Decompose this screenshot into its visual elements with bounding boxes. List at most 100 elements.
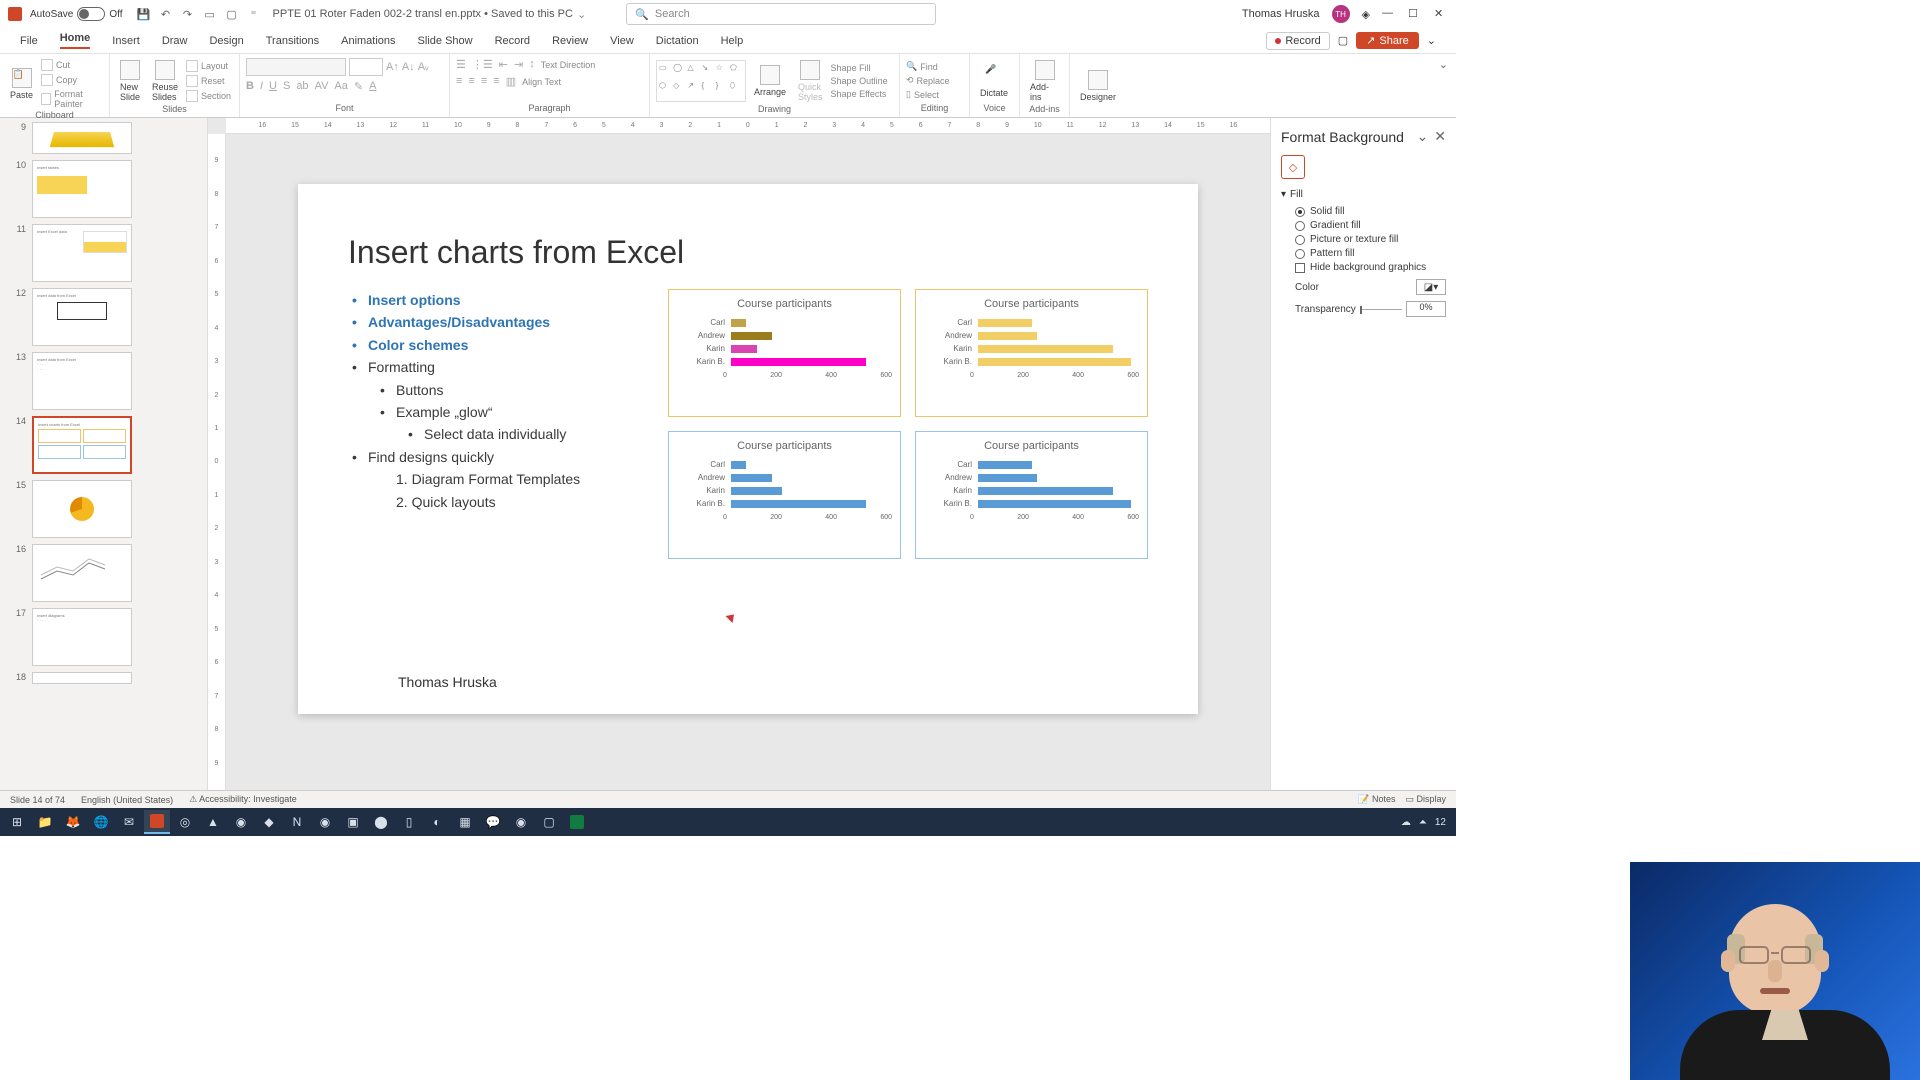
dictate-button[interactable]: 🎤Dictate <box>976 62 1012 100</box>
vlc-icon[interactable]: ▲ <box>200 810 226 834</box>
thumb-14[interactable]: Insert charts from Excel <box>32 416 132 474</box>
clock[interactable]: 12 <box>1435 817 1446 828</box>
app-icon[interactable]: ▣ <box>340 810 366 834</box>
paste-button[interactable]: 📋Paste <box>6 66 37 102</box>
indent-dec-icon[interactable]: ⇤ <box>499 58 508 71</box>
section-button[interactable]: Section <box>186 89 231 103</box>
gradient-fill-radio[interactable]: Gradient fill <box>1295 220 1446 231</box>
highlight-button[interactable]: ✎ <box>354 80 363 93</box>
pattern-fill-radio[interactable]: Pattern fill <box>1295 248 1446 259</box>
bold-button[interactable]: B <box>246 80 254 93</box>
minimize-icon[interactable]: — <box>1382 7 1396 21</box>
app-icon[interactable]: ◉ <box>228 810 254 834</box>
decrease-font-icon[interactable]: A↓ <box>402 61 415 73</box>
line-spacing-icon[interactable]: ↕ <box>529 58 535 71</box>
align-text-button[interactable]: Align Text <box>522 75 561 88</box>
find-button[interactable]: 🔍Find <box>906 60 950 73</box>
numbering-icon[interactable]: ⋮☰ <box>472 58 493 71</box>
tab-view[interactable]: View <box>610 35 634 47</box>
chevron-down-icon[interactable]: ⌄ <box>1417 128 1429 145</box>
tab-slideshow[interactable]: Slide Show <box>418 35 473 47</box>
qat-icon[interactable]: ▢ <box>224 6 240 22</box>
font-size-input[interactable] <box>349 58 383 76</box>
thumb-16[interactable] <box>32 544 132 602</box>
qat-dropdown-icon[interactable]: ⁼ <box>246 6 262 22</box>
outlook-icon[interactable]: ✉ <box>116 810 142 834</box>
notes-button[interactable]: 📝 Notes <box>1358 794 1395 805</box>
tab-animations[interactable]: Animations <box>341 35 395 47</box>
indent-inc-icon[interactable]: ⇥ <box>514 58 523 71</box>
align-left-icon[interactable]: ≡ <box>456 75 462 88</box>
increase-font-icon[interactable]: A↑ <box>386 61 399 73</box>
tab-insert[interactable]: Insert <box>112 35 140 47</box>
close-icon[interactable]: ✕ <box>1434 7 1448 21</box>
arrange-button[interactable]: Arrange <box>750 63 790 99</box>
thumb-13[interactable]: Insert data from Excel· · ·· · · <box>32 352 132 410</box>
app-icon[interactable]: ◐ <box>424 810 450 834</box>
tab-dictation[interactable]: Dictation <box>656 35 699 47</box>
obs-icon[interactable]: ⬤ <box>368 810 394 834</box>
thumb-12[interactable]: Insert data from Excel <box>32 288 132 346</box>
save-icon[interactable]: 💾 <box>136 6 152 22</box>
weather-icon[interactable]: ☁ <box>1401 817 1411 828</box>
app-icon[interactable]: ▢ <box>536 810 562 834</box>
strike-button[interactable]: S <box>283 80 290 93</box>
app-icon[interactable]: ◉ <box>508 810 534 834</box>
underline-button[interactable]: U <box>269 80 277 93</box>
autosave-toggle[interactable]: AutoSave Off <box>30 7 123 21</box>
solid-fill-radio[interactable]: Solid fill <box>1295 206 1446 217</box>
shape-effects-button[interactable]: Shape Effects <box>831 88 888 100</box>
quick-styles-button[interactable]: Quick Styles <box>794 58 827 104</box>
shadow-button[interactable]: ab <box>296 80 308 93</box>
reset-button[interactable]: Reset <box>186 74 231 88</box>
chevron-down-icon[interactable]: ⌄ <box>1427 34 1436 47</box>
justify-icon[interactable]: ≡ <box>493 75 499 88</box>
transparency-slider[interactable] <box>1360 309 1402 310</box>
addins-button[interactable]: Add-ins <box>1026 58 1063 104</box>
bullets-icon[interactable]: ☰ <box>456 58 466 71</box>
font-family-input[interactable] <box>246 58 346 76</box>
new-slide-button[interactable]: New Slide <box>116 58 144 104</box>
designer-button[interactable]: Designer <box>1076 68 1120 104</box>
fill-section[interactable]: ▾Fill <box>1281 189 1446 200</box>
thumb-15[interactable] <box>32 480 132 538</box>
thumb-11[interactable]: Insert Excel data <box>32 224 132 282</box>
replace-button[interactable]: ⟲Replace <box>906 74 950 87</box>
spacing-button[interactable]: AV <box>315 80 329 93</box>
tab-file[interactable]: File <box>20 35 38 47</box>
qat-icon[interactable]: ▭ <box>202 6 218 22</box>
app-icon[interactable]: ▯ <box>396 810 422 834</box>
firefox-icon[interactable]: 🦊 <box>60 810 86 834</box>
align-center-icon[interactable]: ≡ <box>468 75 474 88</box>
italic-button[interactable]: I <box>260 80 263 93</box>
picture-fill-radio[interactable]: Picture or texture fill <box>1295 234 1446 245</box>
present-icon[interactable]: ▢ <box>1338 34 1348 47</box>
copy-button[interactable]: Copy <box>41 73 103 87</box>
select-button[interactable]: ▯Select <box>906 88 950 101</box>
chrome-icon[interactable]: 🌐 <box>88 810 114 834</box>
align-right-icon[interactable]: ≡ <box>481 75 487 88</box>
whatsapp-icon[interactable]: 💬 <box>480 810 506 834</box>
color-picker-button[interactable]: ◪▾ <box>1416 279 1446 295</box>
onenote-icon[interactable]: N <box>284 810 310 834</box>
app-icon[interactable]: ▦ <box>452 810 478 834</box>
edge-icon[interactable]: ◉ <box>312 810 338 834</box>
excel-icon[interactable] <box>564 810 590 834</box>
tray-icon[interactable]: ⏶ <box>1419 817 1427 828</box>
tab-design[interactable]: Design <box>209 35 243 47</box>
app-icon[interactable]: ◆ <box>256 810 282 834</box>
share-button[interactable]: ↗Share <box>1356 32 1419 49</box>
tab-draw[interactable]: Draw <box>162 35 188 47</box>
slide-count[interactable]: Slide 14 of 74 <box>10 795 65 805</box>
format-painter-button[interactable]: Format Painter <box>41 88 103 110</box>
display-button[interactable]: ▭ Display <box>1405 794 1446 805</box>
redo-icon[interactable]: ↷ <box>180 6 196 22</box>
chevron-down-icon[interactable]: ⌄ <box>577 8 586 21</box>
hide-graphics-check[interactable]: Hide background graphics <box>1295 262 1446 273</box>
accessibility[interactable]: ⚠ Accessibility: Investigate <box>189 794 297 805</box>
layout-button[interactable]: Layout <box>186 59 231 73</box>
thumb-9[interactable] <box>32 122 132 154</box>
tab-record[interactable]: Record <box>495 35 530 47</box>
slide-thumbnails[interactable]: 9 10Insert tables 11Insert Excel data 12… <box>0 118 208 790</box>
slide[interactable]: Insert charts from Excel Insert options … <box>298 184 1198 714</box>
